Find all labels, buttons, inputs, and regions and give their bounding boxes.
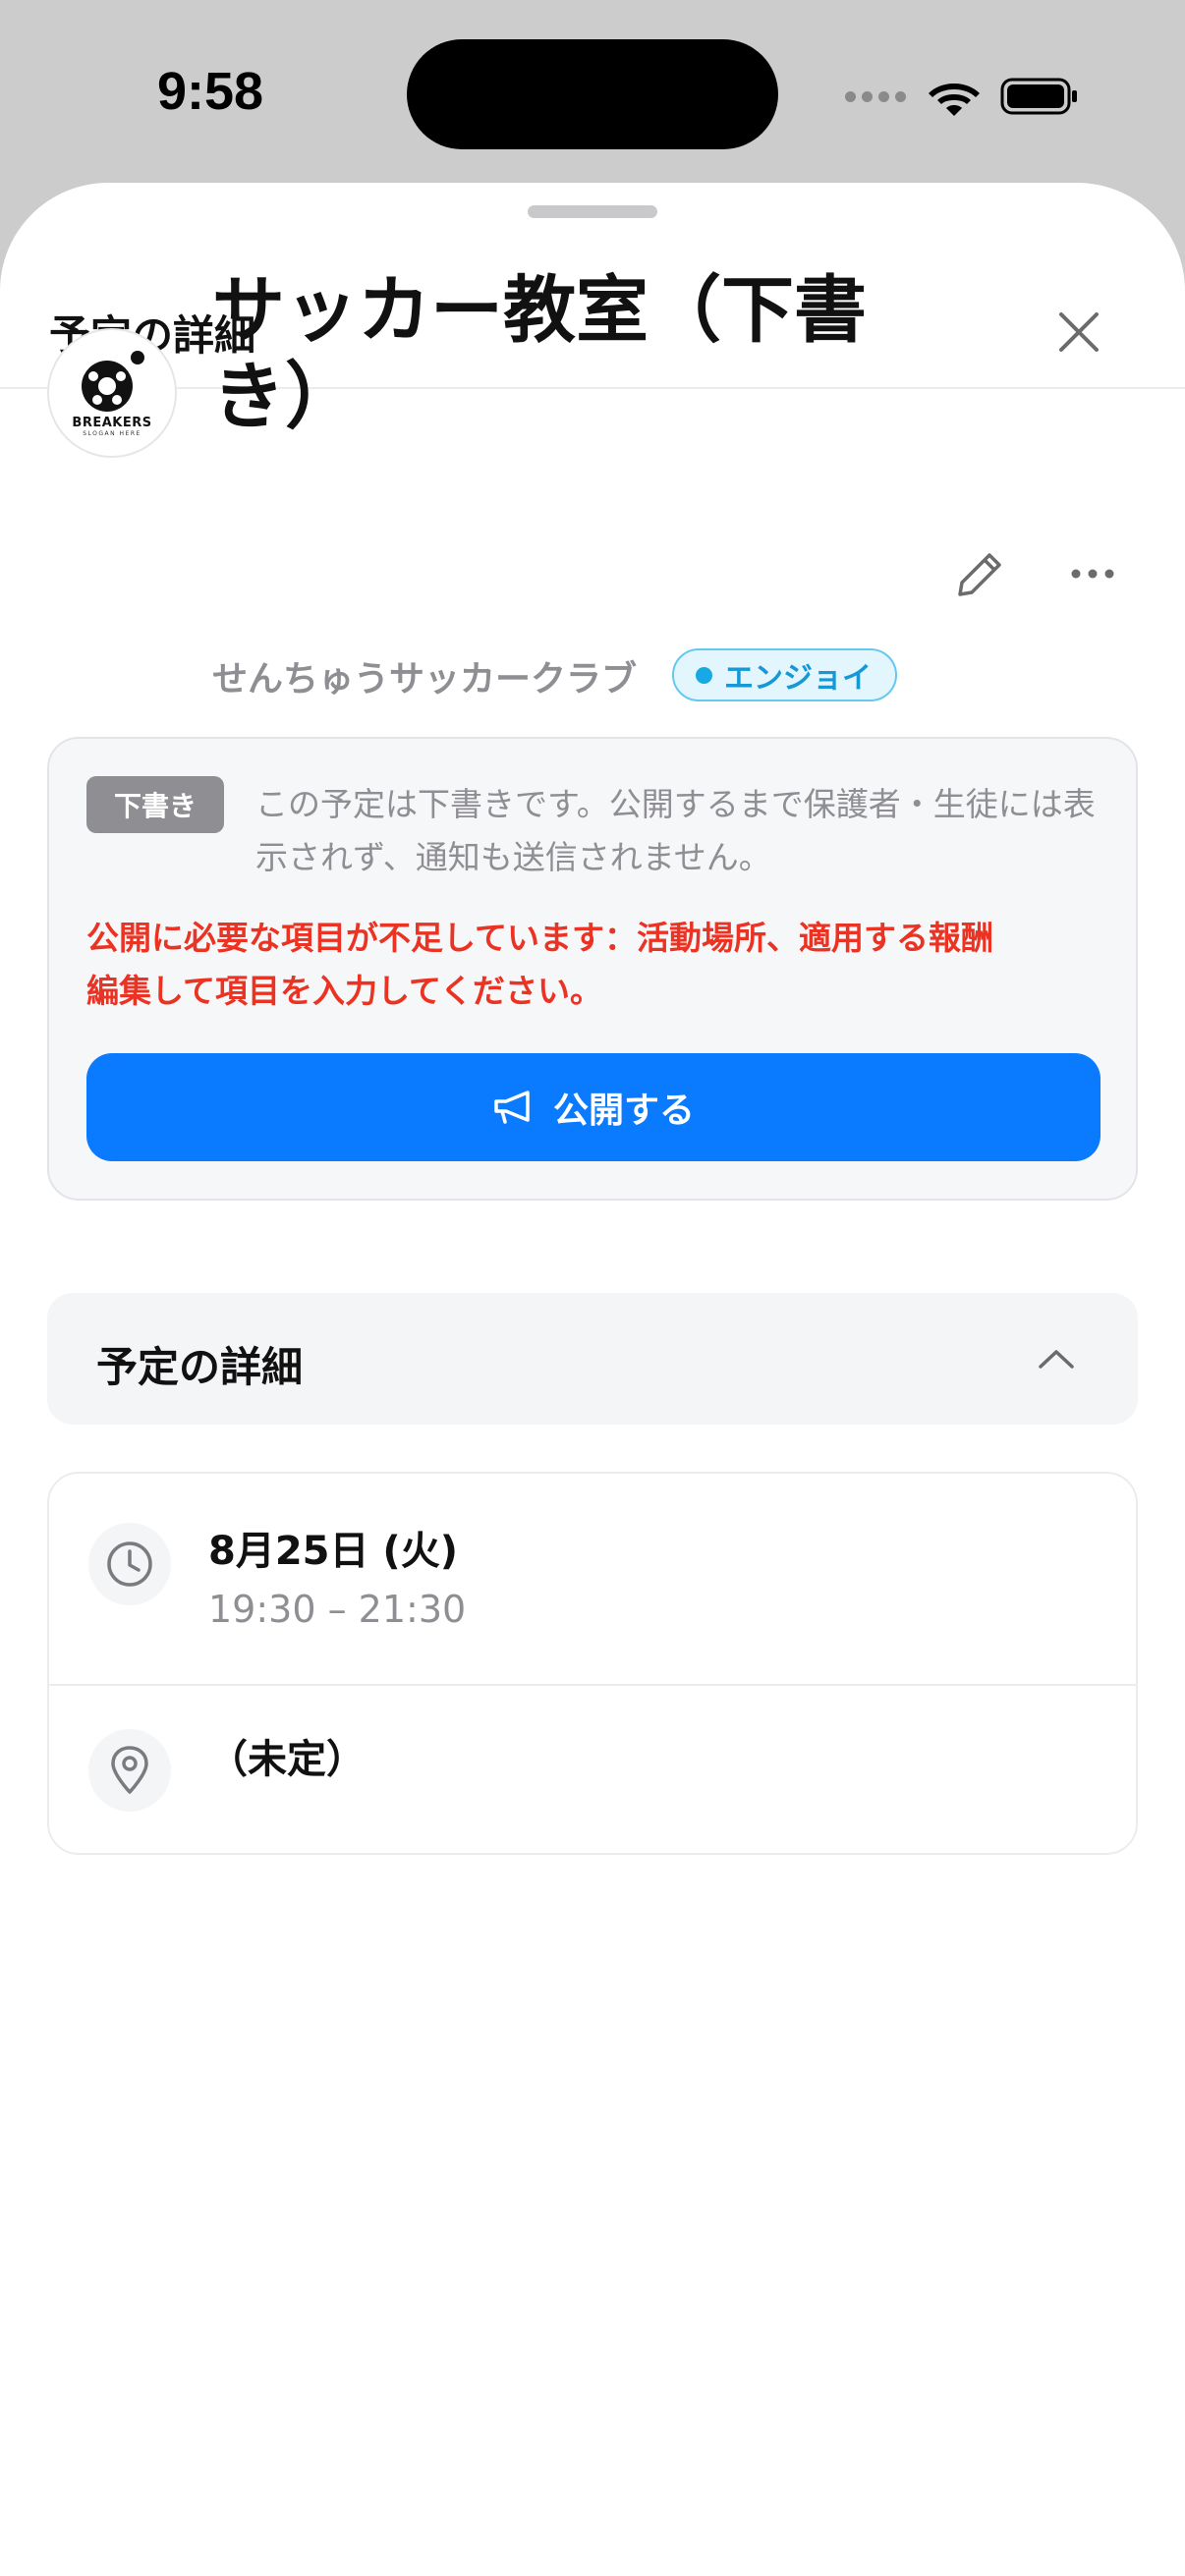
wifi-icon [929,84,980,116]
battery-icon [1000,78,1077,115]
details-card: 8月25日 (火) 19:30 – 21:30 （未定） [47,1472,1138,1855]
missing-fields-text: 公開に必要な項目が不足しています：活動場所、適用する報酬 [86,919,994,957]
club-name: せんちゅうサッカークラブ [212,659,638,700]
draft-notice: この予定は下書きです。公開するまで保護者・生徒には表示されず、通知も送信されませ… [255,785,1096,876]
date-row: 8月25日 (火) 19:30 – 21:30 [49,1474,1136,1686]
event-title: サッカー教室（下書き） [212,268,867,439]
event-time-range: 19:30 – 21:30 [208,1588,467,1631]
publish-button[interactable]: 公開する [86,1053,1100,1161]
event-date: 8月25日 (火) [208,1529,458,1574]
close-icon [1059,312,1099,352]
edit-button[interactable] [949,542,1012,605]
clock-icon [88,1523,171,1605]
status-bar: 9:58 [0,0,1185,187]
level-label: エンジョイ [724,661,872,696]
logo-slogan: SLOGAN HERE [83,430,141,437]
more-button[interactable] [1061,542,1124,605]
location-pin-icon [88,1729,171,1812]
missing-fields-warning: 公開に必要な項目が不足しています：活動場所、適用する報酬 編集して項目を入力して… [86,912,1108,1018]
dynamic-island [407,39,778,149]
megaphone-icon [494,1091,530,1124]
logo-text: BREAKERS [72,416,152,430]
more-horizontal-icon [1071,569,1114,579]
place-row: （未定） [49,1686,1136,1853]
chevron-up-icon [1030,1332,1083,1385]
details-section-toggle[interactable]: 予定の詳細 [47,1293,1138,1425]
close-button[interactable] [1047,301,1110,364]
soccer-ball-icon [82,351,144,412]
sheet-grabber[interactable] [528,205,657,218]
status-time: 9:58 [157,62,264,121]
level-dot [696,666,712,684]
pencil-icon [958,553,1001,596]
club-logo: BREAKERS SLOGAN HERE [47,328,177,458]
status-icons [845,67,1079,126]
signal-dots-icon [845,90,906,102]
publish-label: 公開する [552,1090,695,1130]
draft-card: 下書き この予定は下書きです。公開するまで保護者・生徒には表示されず、通知も送信… [47,737,1138,1201]
level-badge: エンジョイ [672,648,897,701]
edit-prompt-text: 編集して項目を入力してください。 [86,972,603,1010]
event-place: （未定） [208,1737,366,1782]
details-section-title: 予定の詳細 [96,1343,304,1391]
draft-badge: 下書き [86,776,224,833]
